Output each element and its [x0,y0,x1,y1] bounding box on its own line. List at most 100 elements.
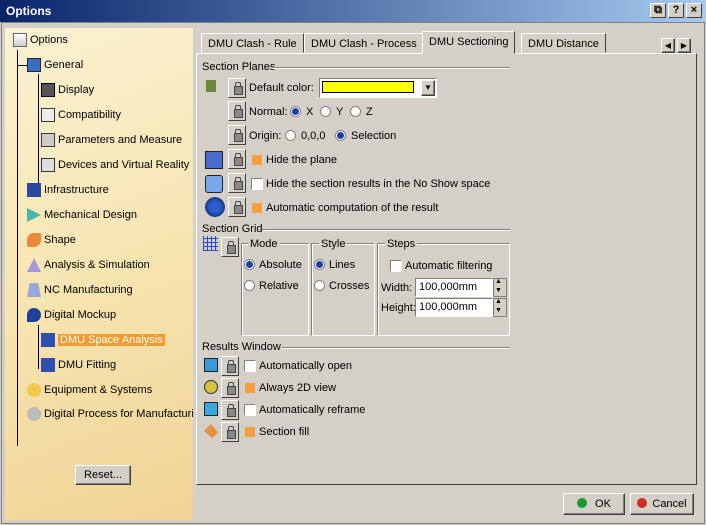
tree-item-infrastructure[interactable]: Infrastructure [27,180,109,200]
separator [272,67,510,69]
section-fill-label: Section fill [259,426,310,438]
auto-open-label: Automatically open [259,360,352,372]
steps-title: Steps [385,238,418,250]
lock-icon[interactable] [221,356,239,376]
results-window-icon [204,358,218,372]
style-crosses-label: Crosses [329,280,370,292]
help-icon[interactable]: ? [668,3,684,18]
tree-item-nc[interactable]: NC Manufacturing [27,280,133,300]
ok-button[interactable]: OK [563,493,625,515]
normal-x-radio[interactable] [290,106,301,117]
tree-label: Parameters and Measure [58,134,183,146]
tree-item-compatibility[interactable]: Compatibility [41,105,121,125]
lock-icon[interactable] [228,125,246,145]
window-title: Options [6,4,52,18]
tree-item-dmu-space[interactable]: DMU Space Analysis [41,330,165,350]
tree-label: NC Manufacturing [44,284,133,296]
compatibility-icon [41,108,55,122]
style-lines-radio[interactable] [314,259,325,270]
nc-icon [27,283,41,297]
tab-dmu-distance[interactable]: DMU Distance [521,33,606,53]
auto-filter-checkbox[interactable] [390,260,402,272]
view-2d-icon [204,380,218,394]
tree-item-shape[interactable]: Shape [27,230,76,250]
auto-reframe-checkbox[interactable] [244,404,256,416]
tab-dmu-clash-rule[interactable]: DMU Clash - Rule [201,33,304,53]
style-lines-label: Lines [329,259,356,271]
lock-icon[interactable] [221,422,239,442]
tree-label: Equipment & Systems [44,384,153,396]
tab-dmu-sectioning[interactable]: DMU Sectioning [422,31,516,54]
normal-z-radio[interactable] [350,106,361,117]
tree-item-mechanical[interactable]: Mechanical Design [27,205,137,225]
tree-item-digital-mockup[interactable]: Digital Mockup [27,305,116,325]
tree-item-digital-process[interactable]: Digital Process for Manufacturing [27,404,193,424]
color-swatch [322,81,414,93]
default-color-label: Default color: [249,82,314,94]
tree-label: Infrastructure [44,184,109,196]
always-2d-checkbox[interactable] [244,382,256,394]
lock-icon[interactable] [228,197,246,217]
section-fill-checkbox[interactable] [244,426,256,438]
tree-item-equipment[interactable]: Equipment & Systems [27,380,152,400]
lock-icon[interactable] [221,237,239,257]
tree-item-options[interactable]: Options [13,30,68,50]
tree-item-general[interactable]: General [27,55,83,75]
hide-results-checkbox[interactable] [251,178,263,190]
hide-results-label: Hide the section results in the No Show … [266,178,491,190]
origin-zero-label: 0,0,0 [301,130,326,142]
height-label: Height: [381,302,416,314]
normal-y-label: Y [336,106,344,118]
lock-icon[interactable] [221,400,239,420]
tab-scroll-right-icon[interactable]: ▶ [677,38,691,53]
tree-label: Compatibility [58,109,121,121]
hide-plane-checkbox[interactable] [251,154,263,166]
separator [282,347,510,349]
results-window-title: Results Window [202,341,281,353]
lock-icon[interactable] [228,78,246,98]
section-planes-title: Section Planes [202,61,276,73]
tree-label: Mechanical Design [44,209,137,221]
tree-item-dmu-fitting[interactable]: DMU Fitting [41,355,116,375]
auto-open-checkbox[interactable] [244,360,256,372]
style-crosses-radio[interactable] [314,280,325,291]
origin-selection-radio[interactable] [335,130,346,141]
tree-item-parameters[interactable]: Parameters and Measure [41,130,182,150]
mode-relative-radio[interactable] [244,280,255,291]
width-spinner[interactable] [493,278,507,297]
mode-absolute-label: Absolute [259,259,302,271]
width-input[interactable]: 100,000mm [415,278,493,297]
origin-zero-radio[interactable] [285,130,296,141]
restore-icon[interactable]: ⧉ [650,3,666,18]
lock-icon[interactable] [221,378,239,398]
tree-label: General [44,59,84,71]
width-label: Width: [381,282,413,294]
cancel-button[interactable]: Cancel [630,493,694,515]
mechanical-icon [27,208,41,222]
origin-label: Origin: [249,130,282,142]
tree-item-devices[interactable]: Devices and Virtual Reality [41,155,189,175]
default-color-picker[interactable] [319,78,437,98]
infrastructure-icon [27,183,41,197]
tree-label: Digital Process for Manufacturing [44,408,193,420]
lock-icon[interactable] [228,101,246,121]
auto-compute-checkbox[interactable] [251,202,263,214]
tree-label: Analysis & Simulation [44,259,150,271]
mode-absolute-radio[interactable] [244,259,255,270]
hide-results-icon [205,175,223,193]
tree-item-display[interactable]: Display [41,80,94,100]
lock-icon[interactable] [228,173,246,193]
ok-label: OK [595,498,611,510]
normal-y-radio[interactable] [320,106,331,117]
tab-scroll-left-icon[interactable]: ◀ [661,38,675,53]
reset-button[interactable]: Reset... [75,465,131,485]
tab-dmu-clash-process[interactable]: DMU Clash - Process [304,33,424,53]
analysis-icon [27,258,41,272]
height-spinner[interactable] [493,298,507,317]
chevron-down-icon[interactable]: ▼ [421,80,435,96]
height-input[interactable]: 100,000mm [415,298,493,317]
close-icon[interactable]: × [686,3,702,18]
tree-item-analysis[interactable]: Analysis & Simulation [27,255,150,275]
tree-label-selected: DMU Space Analysis [58,334,165,346]
lock-icon[interactable] [228,149,246,169]
